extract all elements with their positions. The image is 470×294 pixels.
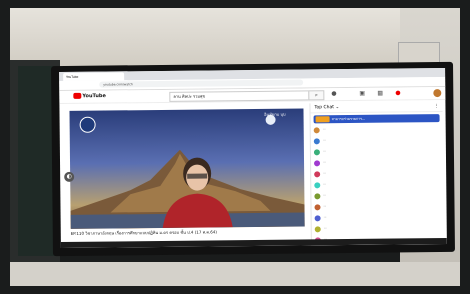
chat-message-text: ... bbox=[322, 148, 326, 153]
avatar[interactable] bbox=[433, 89, 442, 98]
presenter bbox=[162, 157, 233, 228]
tv-screen: YouTube youtube.com/watch YouTube ลาน ศิ… bbox=[59, 67, 447, 249]
mic-icon[interactable]: ● bbox=[331, 90, 336, 97]
more-icon[interactable]: ⋮ bbox=[434, 102, 439, 111]
avatar bbox=[314, 193, 321, 200]
avatar bbox=[314, 226, 321, 233]
school-logo-icon bbox=[79, 116, 96, 133]
chat-message-text: ... bbox=[323, 170, 327, 175]
pinned-text: สามารถร่วมรายการ... bbox=[331, 116, 366, 122]
chevron-down-icon: ⌄ bbox=[335, 105, 340, 111]
youtube-header: YouTube ลาน ศิลปะ รวมสุข ⌕ ● ▣ ▦ ● bbox=[59, 86, 446, 105]
chat-message-text: ... bbox=[323, 214, 327, 219]
create-icon[interactable]: ▣ bbox=[359, 90, 365, 97]
chat-header-label: Top Chat bbox=[314, 105, 335, 111]
pinned-tag bbox=[315, 116, 330, 123]
taskbar bbox=[60, 237, 447, 249]
chat-messages: ................................. bbox=[311, 124, 444, 246]
apps-icon[interactable]: ▦ bbox=[377, 90, 383, 97]
chat-message-text: ... bbox=[322, 137, 326, 142]
ledge bbox=[10, 262, 460, 286]
address-input[interactable]: youtube.com/watch bbox=[99, 79, 304, 88]
avatar bbox=[313, 127, 320, 134]
live-chat: Top Chat ⌄ ⋮ สามารถร่วมรายการ... ........… bbox=[309, 102, 444, 246]
chat-message-text: ... bbox=[323, 225, 327, 230]
chat-message-text: ... bbox=[323, 181, 327, 186]
mute-icon[interactable]: ◐ bbox=[64, 171, 75, 182]
play-icon bbox=[73, 92, 82, 99]
avatar bbox=[314, 215, 321, 222]
photo: YouTube youtube.com/watch YouTube ลาน ศิ… bbox=[0, 0, 470, 294]
search-input[interactable]: ลาน ศิลปะ รวมสุข bbox=[169, 90, 310, 102]
avatar bbox=[314, 204, 321, 211]
pinned-message[interactable]: สามารถร่วมรายการ... bbox=[313, 114, 440, 124]
avatar bbox=[314, 160, 321, 167]
television: YouTube youtube.com/watch YouTube ลาน ศิ… bbox=[51, 61, 455, 257]
avatar bbox=[314, 182, 321, 189]
youtube-logo[interactable]: YouTube bbox=[73, 92, 106, 100]
video-player[interactable]: อินทัยกบ บุบ bbox=[69, 108, 305, 229]
chat-message-text: ... bbox=[322, 126, 326, 131]
avatar bbox=[314, 171, 321, 178]
chat-message-text: ... bbox=[323, 203, 327, 208]
chat-header[interactable]: Top Chat ⌄ ⋮ bbox=[310, 102, 443, 114]
avatar bbox=[313, 138, 320, 145]
chat-message-text: ... bbox=[323, 159, 326, 164]
chat-message-text: ... bbox=[323, 192, 327, 197]
youtube-logo-text: YouTube bbox=[82, 93, 106, 100]
video-title: EP.110 วิชาภาษาอังกฤษ เรื่องการศึกษาแบบป… bbox=[70, 229, 217, 236]
video-overlay-title: อินทัยกบ บุบ bbox=[264, 111, 286, 117]
avatar bbox=[313, 149, 320, 156]
search-icon[interactable]: ⌕ bbox=[308, 90, 325, 101]
bell-icon[interactable]: ● bbox=[395, 89, 400, 96]
